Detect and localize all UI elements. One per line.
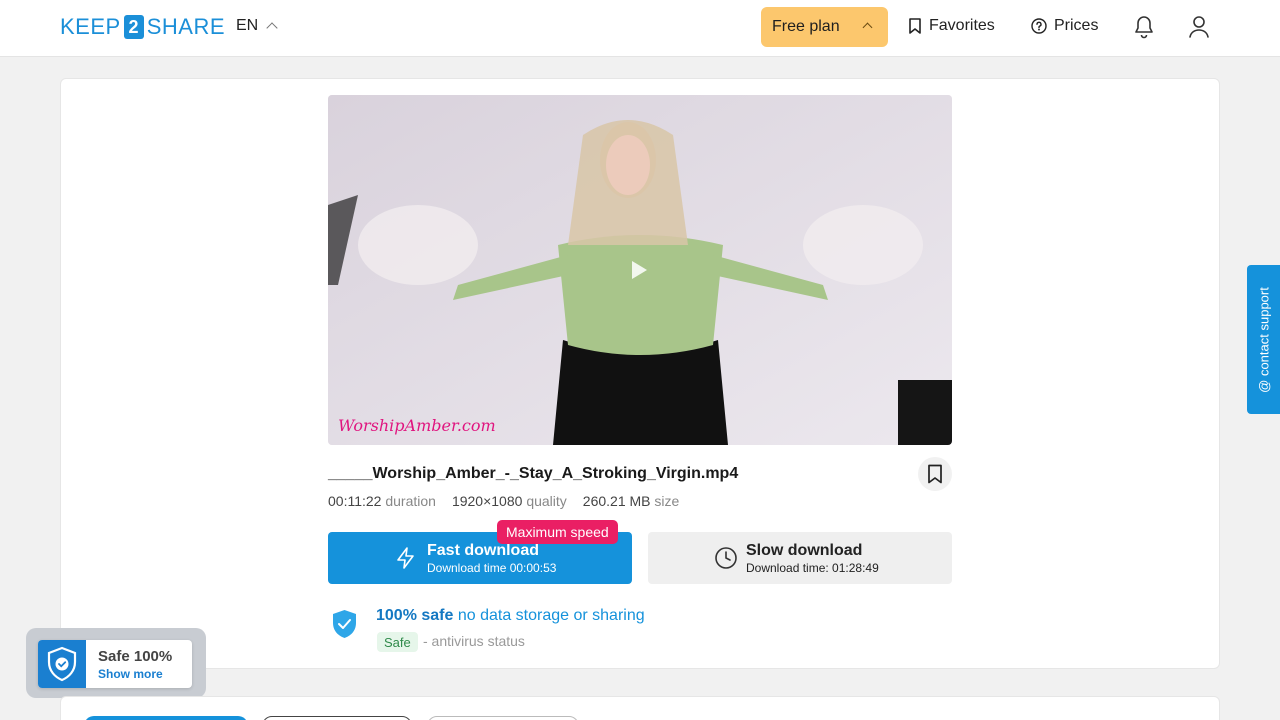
size-meta: 260.21 MB size <box>583 493 680 509</box>
size-label: size <box>654 493 680 509</box>
user-icon[interactable] <box>1188 15 1210 39</box>
safety-rest: no data storage or sharing <box>453 607 645 624</box>
fast-download-time: Download time 00:00:53 <box>427 561 557 575</box>
quality-label: quality <box>526 493 567 509</box>
free-plan-button[interactable]: Free plan <box>761 7 888 47</box>
bottom-tab-3[interactable] <box>427 716 579 720</box>
bookmark-icon <box>909 18 921 34</box>
max-speed-badge: Maximum speed <box>497 520 618 544</box>
bottom-tab-2[interactable] <box>262 716 412 720</box>
safety-statement: 100% safe no data storage or sharing <box>376 607 645 625</box>
file-meta: 00:11:22 duration 1920×1080 quality 260.… <box>328 493 679 509</box>
free-plan-label: Free plan <box>772 18 840 35</box>
video-watermark: WorshipAmber.com <box>338 416 496 435</box>
help-circle-icon <box>1031 18 1047 34</box>
safety-bold: 100% safe <box>376 607 454 624</box>
prices-label: Prices <box>1054 17 1099 34</box>
clock-icon <box>715 547 737 569</box>
favorites-label: Favorites <box>929 17 995 34</box>
video-preview[interactable]: WorshipAmber.com <box>328 95 952 445</box>
antivirus-status-badge: Safe <box>377 632 418 652</box>
prices-link[interactable]: Prices <box>1031 17 1098 35</box>
bottom-tab-1[interactable] <box>84 716 248 720</box>
play-icon[interactable] <box>632 261 647 279</box>
chevron-up-icon <box>266 22 278 34</box>
chevron-up-icon <box>862 22 873 33</box>
logo-text-mid: 2 <box>123 15 144 39</box>
bookmark-button[interactable] <box>918 457 952 491</box>
bell-icon[interactable] <box>1133 15 1155 39</box>
antivirus-label: - antivirus status <box>423 633 525 649</box>
bookmark-icon <box>928 464 942 484</box>
file-name: _____Worship_Amber_-_Stay_A_Stroking_Vir… <box>328 465 739 482</box>
slow-download-button[interactable]: Slow download Download time: 01:28:49 <box>648 532 952 584</box>
safe-widget-icon-box <box>38 640 86 688</box>
language-selector[interactable]: EN <box>236 17 278 35</box>
site-logo[interactable]: KEEP 2 SHARE <box>60 14 225 40</box>
duration-value: 00:11:22 <box>328 493 382 509</box>
safe-widget-link[interactable]: Show more <box>98 667 163 681</box>
slow-download-time: Download time: 01:28:49 <box>746 561 879 575</box>
duration-label: duration <box>385 493 436 509</box>
slow-download-title: Slow download <box>746 542 863 559</box>
contact-support-tab[interactable]: @ contact support <box>1247 265 1280 414</box>
quality-value: 1920×1080 <box>451 493 523 509</box>
duration-meta: 00:11:22 duration <box>328 493 436 509</box>
logo-text-right: SHARE <box>146 14 225 39</box>
safe-widget-card: Safe 100% Show more <box>38 640 192 688</box>
safe-widget-title: Safe 100% <box>98 648 173 665</box>
quality-meta: 1920×1080 quality <box>452 493 567 509</box>
language-label: EN <box>236 17 259 34</box>
size-value: 260.21 MB <box>582 493 651 509</box>
logo-text-left: KEEP <box>60 14 121 39</box>
safe-widget[interactable]: Safe 100% Show more <box>26 628 206 698</box>
fast-download-title: Fast download <box>427 542 539 559</box>
lightning-icon <box>397 547 414 569</box>
shield-check-icon <box>47 646 77 682</box>
contact-support-label: @ contact support <box>1256 286 1271 393</box>
shield-check-icon <box>333 610 356 638</box>
top-header: KEEP 2 SHARE EN Free plan Favorites Pric… <box>0 0 1280 57</box>
favorites-link[interactable]: Favorites <box>908 17 995 35</box>
